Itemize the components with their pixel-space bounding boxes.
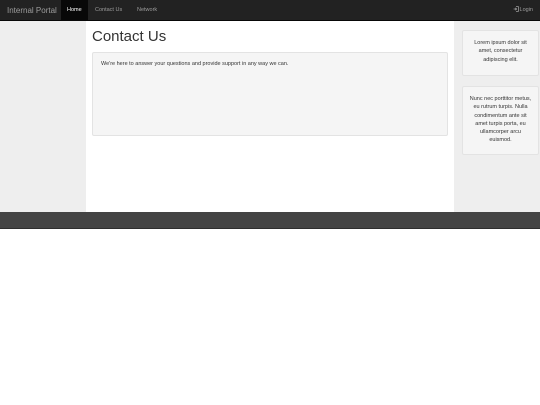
main-content: Contact Us We're here to answer your que… — [86, 21, 454, 212]
sidebar-box-2: Nunc nec porttitor metus, eu rutrum turp… — [462, 86, 539, 155]
contact-intro-text: We're here to answer your questions and … — [101, 61, 289, 67]
login-link[interactable]: Login — [513, 0, 533, 21]
nav-item-contact-us[interactable]: Contact Us — [89, 0, 128, 21]
brand-link[interactable]: Internal Portal — [7, 0, 57, 21]
left-sidebar — [0, 21, 86, 212]
sidebar-box-1: Lorem ipsum dolor sit amet, consectetur … — [462, 30, 539, 76]
top-navbar: Internal Portal Home Contact Us Network … — [0, 0, 540, 21]
nav-item-network[interactable]: Network — [131, 0, 163, 21]
page-title: Contact Us — [92, 28, 167, 45]
login-label: Login — [519, 7, 533, 13]
nav-item-home[interactable]: Home — [61, 0, 88, 21]
footer-bar — [0, 212, 540, 229]
contact-well: We're here to answer your questions and … — [92, 52, 448, 136]
right-sidebar: Lorem ipsum dolor sit amet, consectetur … — [454, 21, 540, 212]
login-icon — [513, 6, 520, 13]
